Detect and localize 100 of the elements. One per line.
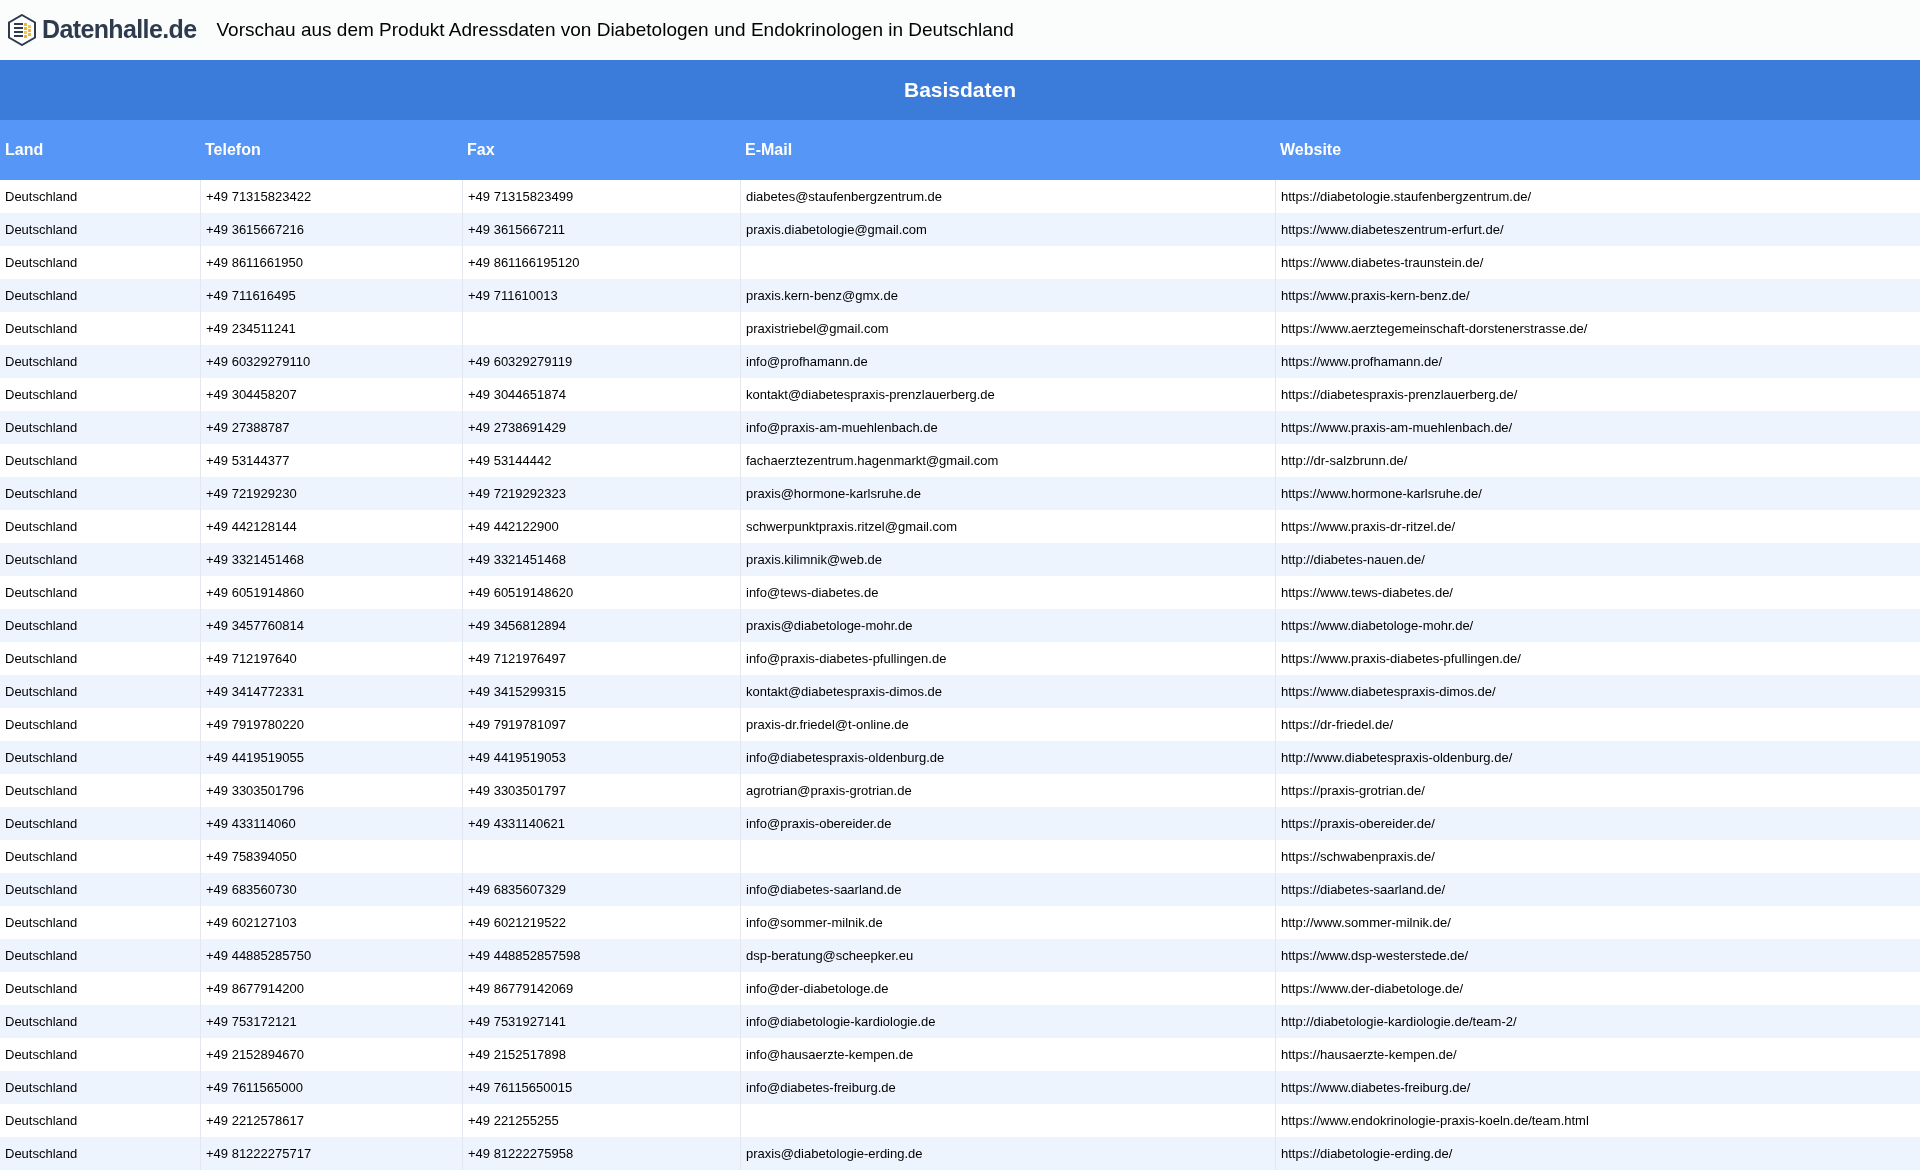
country-cell-text: Deutschland [5, 682, 78, 701]
fax-cell-text: +49 7121976497 [468, 649, 566, 668]
logo-icon [6, 14, 38, 46]
website-cell-text: http://www.sommer-milnik.de/ [1281, 913, 1451, 932]
country-cell-text: Deutschland [5, 253, 78, 272]
phone-cell-text: +49 721929230 [206, 484, 297, 503]
column-header: Website [1280, 141, 1342, 158]
country-cell-text: Deutschland [5, 1012, 78, 1031]
website-cell-text: https://dr-friedel.de/ [1281, 715, 1393, 734]
country-cell-text: Deutschland [5, 418, 78, 437]
fax-cell-text: +49 53144442 [468, 451, 552, 470]
website-cell-text: https://www.dsp-westerstede.de/ [1281, 946, 1469, 965]
phone-cell-text: +49 8677914200 [206, 979, 304, 998]
phone-cell-text: +49 433114060 [206, 814, 296, 833]
phone-cell-text: +49 4419519055 [206, 748, 304, 767]
country-cell-text: Deutschland [5, 913, 78, 932]
email-cell-text: info@der-diabetologe.de [746, 979, 889, 998]
fax-cell-text: +49 448852857598 [468, 946, 581, 965]
email-cell-text: info@profhamann.de [746, 352, 868, 371]
website-cell-text: https://www.praxis-diabetes-pfullingen.de/ [1281, 649, 1521, 668]
phone-cell-text: +49 3303501796 [206, 781, 304, 800]
email-cell-text: kontakt@diabetespraxis-dimos.de [746, 682, 942, 701]
email-cell-text: info@sommer-milnik.de [746, 913, 883, 932]
country-cell-text: Deutschland [5, 385, 78, 404]
website-cell-text: https://praxis-obereider.de/ [1281, 814, 1435, 833]
phone-cell-text: +49 7919780220 [206, 715, 304, 734]
email-cell-text: info@diabetologie-kardiologie.de [746, 1012, 936, 1031]
website-cell-text: https://diabetes-saarland.de/ [1281, 880, 1446, 899]
fax-cell-text: +49 3303501797 [468, 781, 566, 800]
email-cell-text: praxis@diabetologie-erding.de [746, 1144, 923, 1163]
country-cell-text: Deutschland [5, 1078, 78, 1097]
fax-cell-text: +49 442122900 [468, 517, 559, 536]
phone-cell-text: +49 81222275717 [206, 1144, 312, 1163]
fax-cell-text: +49 3415299315 [468, 682, 566, 701]
phone-cell-text: +49 234511241 [206, 319, 296, 338]
website-cell-text: https://diabetologie-erding.de/ [1281, 1144, 1453, 1163]
website-cell-text: http://diabetes-nauen.de/ [1281, 550, 1425, 569]
website-cell-text: https://www.der-diabetologe.de/ [1281, 979, 1464, 998]
fax-cell-text: +49 7219292323 [468, 484, 566, 503]
country-cell-text: Deutschland [5, 616, 78, 635]
email-cell-text: praxis.diabetologie@gmail.com [746, 220, 927, 239]
phone-cell-text: +49 7611565000 [206, 1078, 303, 1097]
website-cell-text: https://www.diabetes-freiburg.de/ [1281, 1078, 1471, 1097]
email-cell-text: dsp-beratung@scheepker.eu [746, 946, 914, 965]
country-cell-text: Deutschland [5, 286, 78, 305]
country-cell-text: Deutschland [5, 748, 78, 767]
email-cell-text: info@tews-diabetes.de [746, 583, 879, 602]
phone-cell-text: +49 753172121 [206, 1012, 297, 1031]
fax-cell-text: +49 4419519053 [468, 748, 566, 767]
website-cell-text: https://www.endokrinologie-praxis-koeln.de/team.html [1281, 1111, 1589, 1130]
phone-cell-text: +49 712197640 [206, 649, 297, 668]
country-cell-text: Deutschland [5, 1045, 78, 1064]
fax-cell-text: +49 76115650015 [468, 1078, 573, 1097]
country-cell-text: Deutschland [5, 187, 78, 206]
column-header: Fax [467, 141, 495, 158]
country-cell-text: Deutschland [5, 319, 78, 338]
website-cell-text: https://praxis-grotrian.de/ [1281, 781, 1425, 800]
website-cell-text: https://diabetologie.staufenbergzentrum.de/ [1281, 187, 1532, 206]
fax-cell-text: +49 4331140621 [468, 814, 565, 833]
email-cell-text: info@praxis-obereider.de [746, 814, 892, 833]
email-cell-text: praxis@diabetologe-mohr.de [746, 616, 913, 635]
email-cell-text: praxis.kern-benz@gmx.de [746, 286, 898, 305]
website-cell-text: http://www.diabetespraxis-oldenburg.de/ [1281, 748, 1513, 767]
fax-cell-text: +49 60329279119 [468, 352, 573, 371]
country-cell-text: Deutschland [5, 847, 78, 866]
website-cell-text: https://www.diabeteszentrum-erfurt.de/ [1281, 220, 1504, 239]
phone-cell-text: +49 27388787 [206, 418, 290, 437]
website-cell-text: https://www.profhamann.de/ [1281, 352, 1443, 371]
email-cell-text: info@praxis-am-muehlenbach.de [746, 418, 938, 437]
phone-cell-text: +49 602127103 [206, 913, 297, 932]
fax-cell-text: +49 3456812894 [468, 616, 566, 635]
website-cell-text: https://www.diabetes-traunstein.de/ [1281, 253, 1484, 272]
website-cell-text: https://www.praxis-dr-ritzel.de/ [1281, 517, 1456, 536]
website-cell-text: https://diabetespraxis-prenzlauerberg.de/ [1281, 385, 1518, 404]
fax-cell-text: +49 3615667211 [468, 220, 565, 239]
section-header: Basisdaten [0, 60, 1920, 120]
fax-cell-text: +49 86779142069 [468, 979, 574, 998]
phone-cell-text: +49 711616495 [206, 286, 296, 305]
email-cell-text: kontakt@diabetespraxis-prenzlauerberg.de [746, 385, 995, 404]
country-cell-text: Deutschland [5, 715, 78, 734]
phone-cell-text: +49 71315823422 [206, 187, 312, 206]
phone-cell-text: +49 442128144 [206, 517, 297, 536]
country-cell-text: Deutschland [5, 484, 78, 503]
email-cell-text: praxistriebel@gmail.com [746, 319, 889, 338]
phone-cell-text: +49 758394050 [206, 847, 297, 866]
country-cell-text: Deutschland [5, 979, 78, 998]
phone-cell-text: +49 6051914860 [206, 583, 304, 602]
page-title: Vorschau aus dem Produkt Adressdaten von Diabetologen und Endokrinologen in Deutschland [216, 17, 1014, 42]
phone-cell-text: +49 3321451468 [206, 550, 304, 569]
country-cell-text: Deutschland [5, 1144, 78, 1163]
phone-cell-text: +49 3414772331 [206, 682, 304, 701]
website-cell-text: http://dr-salzbrunn.de/ [1281, 451, 1408, 470]
phone-cell-text: +49 304458207 [206, 385, 297, 404]
phone-cell-text: +49 53144377 [206, 451, 290, 470]
website-cell-text: https://www.praxis-am-muehlenbach.de/ [1281, 418, 1513, 437]
phone-cell-text: +49 3457760814 [206, 616, 304, 635]
fax-cell-text: +49 221255255 [468, 1111, 559, 1130]
country-cell-text: Deutschland [5, 946, 78, 965]
website-cell-text: https://www.diabetologe-mohr.de/ [1281, 616, 1474, 635]
fax-cell-text: +49 71315823499 [468, 187, 574, 206]
